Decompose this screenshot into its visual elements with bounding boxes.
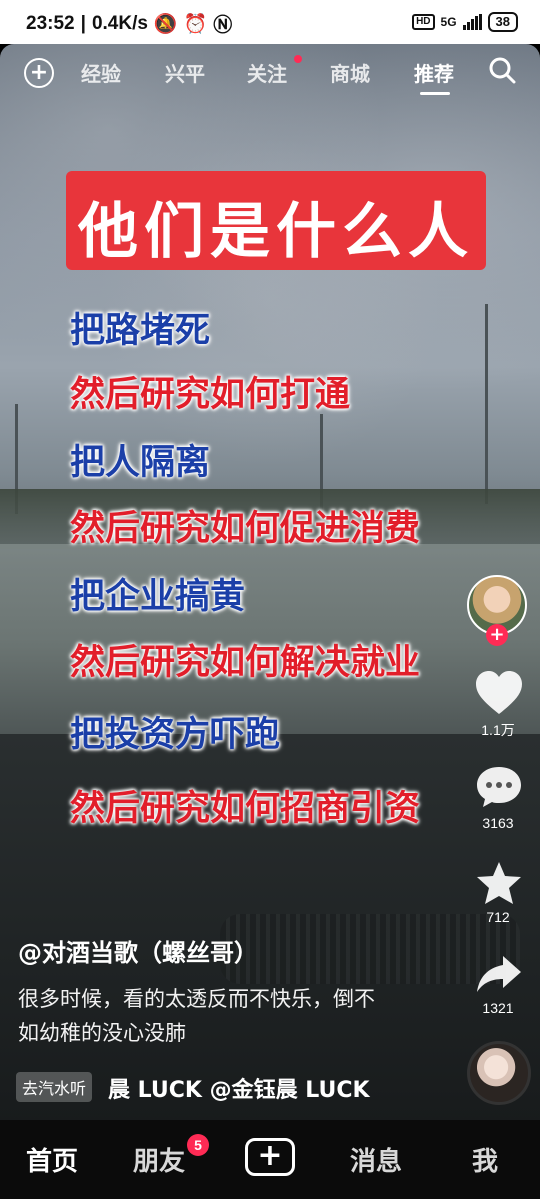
comment-icon[interactable] <box>474 764 524 810</box>
follow-button[interactable]: + <box>486 624 508 646</box>
hd-icon: HD <box>412 14 435 30</box>
status-bar: 23:52 | 0.4K/s 🔕 ⏰ Ⓝ HD 5G 38 <box>0 0 540 44</box>
nav-home[interactable]: 首页 <box>26 1141 78 1178</box>
overlay-title: 他们是什么人 <box>78 197 474 267</box>
video-description[interactable]: 很多时候，看的太透反而不快乐，倒不如幼稚的没心没肺 <box>18 982 378 1050</box>
signal-icon <box>462 14 482 30</box>
utility-pole <box>485 304 488 504</box>
nav-me[interactable]: 我 <box>472 1141 498 1178</box>
music-disc-avatar[interactable] <box>467 1041 531 1105</box>
favorite-star-icon[interactable] <box>475 860 523 906</box>
top-tabs: 经验 兴平 关注 商城 推荐 <box>0 52 540 95</box>
nav-friends[interactable]: 朋友 <box>133 1141 185 1178</box>
active-tab-indicator <box>420 92 450 95</box>
overlay-line: 然后研究如何解决就业 <box>70 643 421 683</box>
status-time: 23:52 <box>26 12 75 34</box>
overlay-line: 然后研究如何促进消费 <box>70 509 421 549</box>
music-app-tag[interactable]: 去汽水听 <box>16 1072 93 1102</box>
overlay-line: 然后研究如何打通 <box>70 375 351 415</box>
tab-recommend[interactable]: 推荐 <box>414 58 454 87</box>
battery-icon: 38 <box>487 12 518 32</box>
nfc-icon: Ⓝ <box>213 15 233 36</box>
network-speed: 0.4K/s <box>91 12 148 34</box>
create-button[interactable]: + <box>245 1138 295 1176</box>
music-title[interactable]: 晨 LUCK @金钰晨 LUCK <box>108 1072 398 1104</box>
search-icon[interactable] <box>488 56 516 84</box>
notification-dot <box>294 55 302 63</box>
overlay-line: 把路堵死 <box>70 311 211 351</box>
mute-icon: 🔕 <box>153 13 178 35</box>
overlay-line: 然后研究如何招商引资 <box>70 789 421 829</box>
status-left: 23:52 | 0.4K/s 🔕 ⏰ Ⓝ <box>26 10 232 37</box>
tab-xingping[interactable]: 兴平 <box>165 58 205 87</box>
favorite-count: 712 <box>486 909 510 925</box>
status-right: HD 5G 38 <box>412 12 518 32</box>
alarm-icon: ⏰ <box>183 13 208 35</box>
overlay-line: 把人隔离 <box>70 443 211 483</box>
friends-badge: 5 <box>187 1134 209 1156</box>
like-count: 1.1万 <box>481 722 515 738</box>
comment-count: 3163 <box>482 815 514 831</box>
author-name[interactable]: @对酒当歌（螺丝哥） <box>18 933 258 968</box>
overlay-line: 把投资方吓跑 <box>70 715 281 755</box>
tab-following[interactable]: 关注 <box>247 58 287 87</box>
like-icon[interactable] <box>474 670 524 716</box>
overlay-line: 把企业搞黄 <box>70 577 246 617</box>
share-icon[interactable] <box>475 952 523 996</box>
tab-mall[interactable]: 商城 <box>330 58 370 87</box>
network-type: 5G <box>440 15 457 29</box>
nav-messages[interactable]: 消息 <box>350 1141 402 1178</box>
share-count: 1321 <box>482 1000 514 1016</box>
overlay-title-box: 他们是什么人 <box>66 171 486 270</box>
tab-jingyan[interactable]: 经验 <box>81 58 121 87</box>
